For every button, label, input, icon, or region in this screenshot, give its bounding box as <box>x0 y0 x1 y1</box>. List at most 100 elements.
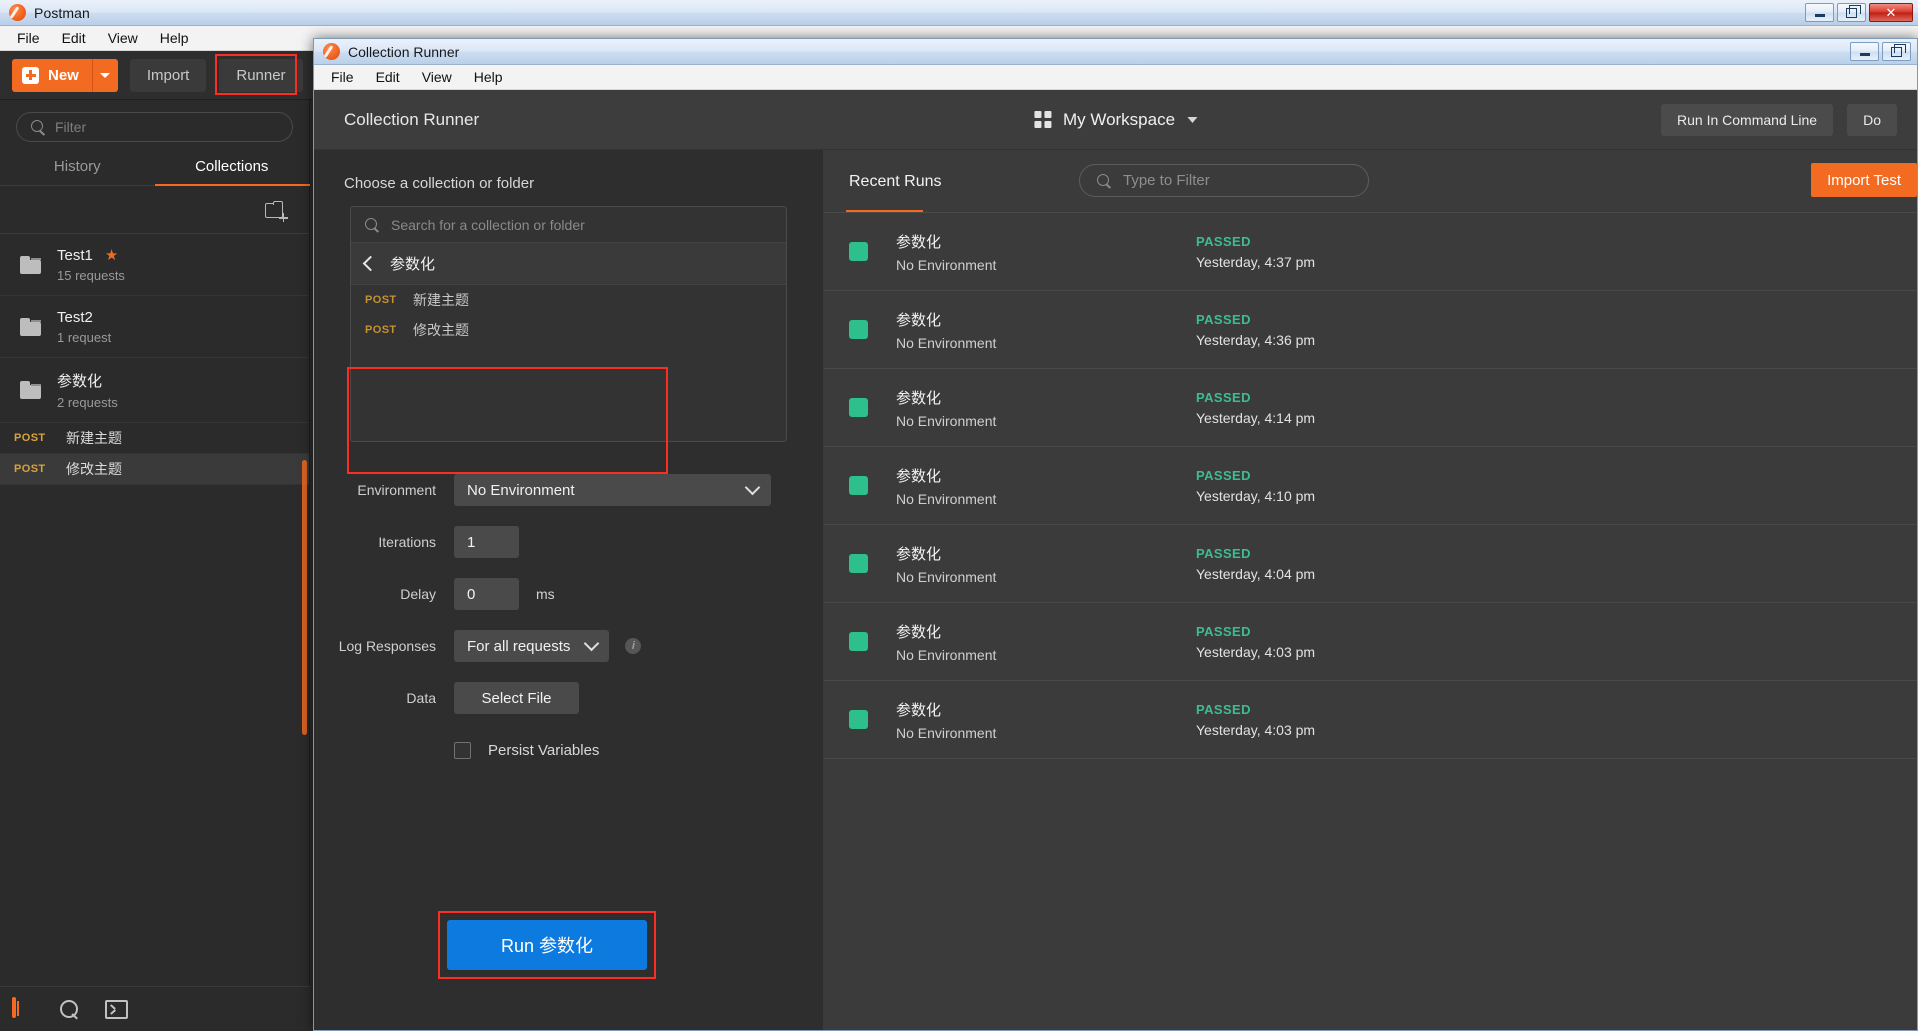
picker-item-edit-topic[interactable]: POST 修改主题 <box>351 315 786 345</box>
sidebar-filter-input[interactable]: Filter <box>16 112 293 142</box>
recent-run-row[interactable]: 参数化 No Environment PASSED Yesterday, 4:1… <box>824 447 1917 525</box>
collection-row[interactable]: Test1 ★ 15 requests <box>0 234 309 296</box>
request-row-new-topic[interactable]: POST 新建主题 <box>0 423 309 454</box>
iterations-row: Iterations 1 <box>314 516 823 568</box>
picker-breadcrumb[interactable]: 参数化 <box>351 243 786 285</box>
recent-run-row[interactable]: 参数化 No Environment PASSED Yesterday, 4:0… <box>824 603 1917 681</box>
minimize-icon[interactable] <box>1850 42 1879 61</box>
recent-runs-filter-placeholder: Type to Filter <box>1123 172 1210 189</box>
collection-row[interactable]: 参数化 2 requests <box>0 358 309 423</box>
sidebar-toggle-icon[interactable] <box>12 997 34 1019</box>
request-row-edit-topic[interactable]: POST 修改主题 <box>0 454 309 485</box>
run-environment: No Environment <box>896 568 997 585</box>
console-icon[interactable] <box>105 999 128 1019</box>
star-icon[interactable]: ★ <box>105 248 118 263</box>
run-collection-button[interactable]: Run 参数化 <box>447 920 647 970</box>
status-square-icon <box>849 632 868 651</box>
picker-item-method: POST <box>365 294 397 306</box>
recent-run-row[interactable]: 参数化 No Environment PASSED Yesterday, 4:3… <box>824 291 1917 369</box>
chevron-down-icon <box>1187 116 1198 123</box>
runner-menu-edit[interactable]: Edit <box>367 67 409 87</box>
run-status-badge: PASSED <box>1196 311 1251 327</box>
recent-runs-filter-input[interactable]: Type to Filter <box>1079 164 1369 197</box>
run-collection-name: 参数化 <box>896 311 942 329</box>
log-responses-row: Log Responses For all requests i <box>314 620 823 672</box>
tab-history[interactable]: History <box>0 158 155 186</box>
run-timestamp: Yesterday, 4:36 pm <box>1196 331 1316 348</box>
runner-window-title: Collection Runner <box>348 43 460 60</box>
info-icon[interactable]: i <box>625 638 642 654</box>
folder-icon <box>20 255 42 274</box>
plus-icon <box>22 66 39 84</box>
run-environment: No Environment <box>896 724 997 741</box>
run-status-badge: PASSED <box>1196 389 1251 405</box>
request-method: POST <box>14 463 46 475</box>
runner-body: Choose a collection or folder Search for… <box>314 150 1917 1030</box>
new-dropdown-button[interactable] <box>91 58 118 92</box>
runner-header: Collection Runner My Workspace Run In Co… <box>314 90 1917 150</box>
collection-search-input[interactable]: Search for a collection or folder <box>351 207 786 243</box>
runner-menubar: File Edit View Help <box>314 65 1917 90</box>
workspace-selector[interactable]: My Workspace <box>1033 110 1198 130</box>
chevron-left-icon[interactable] <box>362 255 379 272</box>
menu-edit[interactable]: Edit <box>53 28 95 48</box>
menu-file[interactable]: File <box>8 28 49 48</box>
close-icon[interactable]: ✕ <box>1869 3 1913 22</box>
new-folder-icon[interactable] <box>265 200 287 219</box>
postman-logo-icon <box>9 4 26 21</box>
run-collection-name: 参数化 <box>896 701 942 719</box>
delay-row: Delay 0 ms <box>314 568 823 620</box>
runner-menu-file[interactable]: File <box>322 67 363 87</box>
request-name: 新建主题 <box>66 430 122 446</box>
restore-icon[interactable] <box>1837 3 1866 22</box>
import-test-button[interactable]: Import Test <box>1811 163 1917 197</box>
iterations-input[interactable]: 1 <box>454 526 519 558</box>
run-environment: No Environment <box>896 334 997 351</box>
sidebar-scrollbar[interactable] <box>302 460 307 735</box>
run-in-command-line-button[interactable]: Run In Command Line <box>1661 103 1834 136</box>
recent-runs-list: 参数化 No Environment PASSED Yesterday, 4:3… <box>824 213 1917 759</box>
restore-icon[interactable] <box>1882 42 1911 61</box>
runner-menu-view[interactable]: View <box>413 67 461 87</box>
run-timestamp: Yesterday, 4:10 pm <box>1196 487 1316 504</box>
checkbox-icon[interactable] <box>454 741 471 759</box>
app-titlebar: Postman ✕ <box>0 0 1918 26</box>
search-icon[interactable] <box>60 999 79 1019</box>
run-timestamp: Yesterday, 4:04 pm <box>1196 565 1316 582</box>
select-file-button[interactable]: Select File <box>454 682 579 714</box>
recent-run-row[interactable]: 参数化 No Environment PASSED Yesterday, 4:1… <box>824 369 1917 447</box>
status-square-icon <box>849 710 868 729</box>
log-responses-select[interactable]: For all requests <box>454 630 610 662</box>
environment-select[interactable]: No Environment <box>454 474 771 506</box>
run-environment: No Environment <box>896 490 997 507</box>
collection-request-count: 2 requests <box>57 395 118 410</box>
delay-input[interactable]: 0 <box>454 578 519 610</box>
collection-name: Test1 <box>57 246 93 264</box>
run-timestamp: Yesterday, 4:14 pm <box>1196 409 1316 426</box>
import-button[interactable]: Import <box>129 58 207 92</box>
recent-run-row[interactable]: 参数化 No Environment PASSED Yesterday, 4:0… <box>824 681 1917 759</box>
picker-item-new-topic[interactable]: POST 新建主题 <box>351 285 786 315</box>
recent-runs-divider <box>824 212 1917 213</box>
recent-run-row[interactable]: 参数化 No Environment PASSED Yesterday, 4:0… <box>824 525 1917 603</box>
tab-active-indicator <box>155 184 310 186</box>
collection-row[interactable]: Test2 1 request <box>0 296 309 358</box>
search-icon <box>31 120 45 134</box>
runner-button[interactable]: Runner <box>215 53 303 95</box>
runner-header-actions: Run In Command Line Do <box>1661 103 1917 136</box>
menu-help[interactable]: Help <box>151 28 198 48</box>
tab-collections[interactable]: Collections <box>155 158 310 186</box>
data-label: Data <box>406 690 436 706</box>
chevron-down-icon <box>100 72 111 78</box>
run-environment: No Environment <box>896 256 997 273</box>
runner-menu-help[interactable]: Help <box>465 67 512 87</box>
menu-view[interactable]: View <box>99 28 147 48</box>
environment-row: Environment No Environment <box>314 464 823 516</box>
docs-button[interactable]: Do <box>1847 103 1897 136</box>
run-timestamp: Yesterday, 4:03 pm <box>1196 643 1316 660</box>
tab-recent-runs[interactable]: Recent Runs <box>849 173 942 191</box>
postman-logo-icon <box>323 43 340 60</box>
minimize-icon[interactable] <box>1805 3 1834 22</box>
new-button[interactable]: New <box>12 58 92 92</box>
recent-run-row[interactable]: 参数化 No Environment PASSED Yesterday, 4:3… <box>824 213 1917 291</box>
